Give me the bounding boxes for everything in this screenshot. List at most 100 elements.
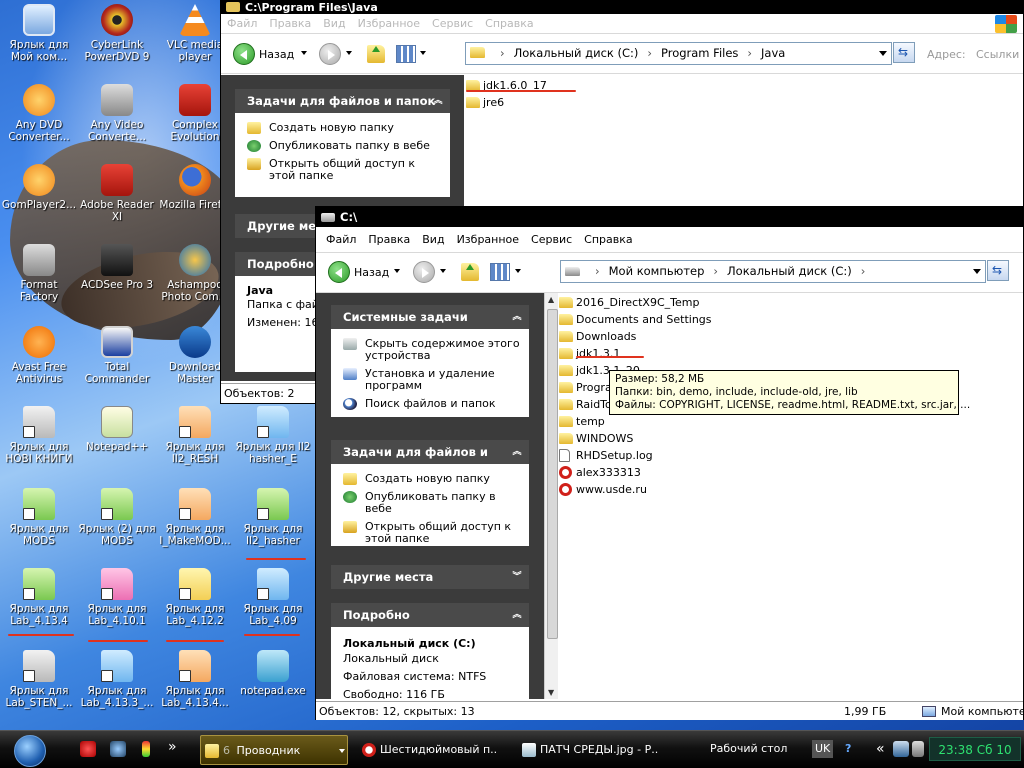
back-label[interactable]: Назад [354,266,389,279]
task-new-folder[interactable]: Создать новую папку [235,119,450,137]
desktop-icon[interactable]: Any Video Converte... [78,84,156,143]
desktop-icon[interactable]: Ярлык для Il2 hasher_E [234,406,312,465]
back-label[interactable]: Назад [259,48,294,61]
menu-help[interactable]: Справка [479,14,539,33]
file-tasks-header[interactable]: Задачи для файлов и папок ︽ [331,440,529,483]
forward-button[interactable] [413,261,435,283]
menu-tools[interactable]: Сервис [426,14,479,33]
menu-favorites[interactable]: Избранное [352,14,426,33]
desktop-icon[interactable]: GomPlayer2... [0,164,78,211]
menu-file[interactable]: Файл [320,230,362,250]
group-dropdown-icon[interactable] [339,749,345,756]
tray-chevron-icon[interactable]: « [876,737,885,761]
menu-favorites[interactable]: Избранное [451,230,525,250]
back-button[interactable] [233,43,255,65]
desktop-icon[interactable]: Ярлык для Lab_4.10.1 [78,568,156,627]
task-share[interactable]: Открыть общий доступ к этой папке [331,518,529,548]
menu-view[interactable]: Вид [317,14,351,33]
scroll-down-icon[interactable]: ▼ [548,688,554,697]
desktop-icon[interactable]: Ярлык (2) для MODS [78,488,156,547]
forward-button[interactable] [319,43,341,65]
breadcrumb-drive[interactable]: Локальный диск (C:) [514,46,639,60]
breadcrumb-java[interactable]: Java [761,46,785,60]
desktop-icon[interactable]: Ярлык для Lab_4.13.3_... [78,650,156,709]
task-image-viewer[interactable]: ПАТЧ СРЕДЫ.jpg - Р... [518,735,658,765]
scroll-up-icon[interactable]: ▲ [548,295,554,304]
desktop-icon[interactable]: Ярлык для Мой ком... [0,4,78,63]
file-row[interactable]: Documents and Settings [559,311,1023,328]
menu-help[interactable]: Справка [578,230,638,250]
collapse-icon[interactable]: ︽ [432,95,444,107]
file-row[interactable]: jdk1.3.1 [559,345,1023,362]
expand-icon[interactable]: ︾ [511,571,523,583]
network-icon[interactable] [893,741,909,757]
start-button[interactable] [14,735,46,767]
menu-edit[interactable]: Правка [263,14,317,33]
desktop-icon[interactable]: Ярлык для MODS [0,488,78,547]
snagit-icon[interactable] [80,741,96,757]
views-icon[interactable] [490,263,510,281]
file-row[interactable]: RHDSetup.log [559,447,1023,464]
file-row[interactable]: alex333313 [559,464,1023,481]
file-tasks-header[interactable]: Задачи для файлов и папок ︽ [235,89,450,113]
task-opera[interactable]: Шестидюймовый п... [358,735,498,765]
collapse-icon[interactable]: ︽ [511,446,523,458]
details-header[interactable]: Подробно ︽ [331,603,529,627]
file-row[interactable]: www.usde.ru [559,481,1023,498]
views-dropdown-icon[interactable] [420,51,426,58]
desktop-icon[interactable]: notepad.exe [234,650,312,697]
volume-icon[interactable] [912,741,924,757]
task-search[interactable]: Поиск файлов и папок [331,395,529,413]
desktop-icon[interactable]: CyberLink PowerDVD 9 [78,4,156,63]
views-icon[interactable] [396,45,416,63]
go-button[interactable] [893,42,915,63]
task-add-remove-programs[interactable]: Установка и удаление программ [331,365,529,395]
task-publish[interactable]: Опубликовать папку в вебе [331,488,529,518]
scroll-thumb[interactable] [547,309,558,639]
task-hide-contents[interactable]: Скрыть содержимое этого устройства [331,335,529,365]
desktop-icon[interactable]: Ярлык для I_MakeMOD... [156,488,234,547]
address-bar[interactable]: › Мой компьютер › Локальный диск (C:) › [560,260,986,283]
task-explorer[interactable]: 6 Проводник [200,735,348,765]
breadcrumb-program-files[interactable]: Program Files [661,46,738,60]
desktop-toolbar-label[interactable]: Рабочий стол [710,737,787,761]
desktop-icon[interactable]: Ярлык для НОВІ КНИГИ [0,406,78,465]
help-icon[interactable]: ? [845,737,851,761]
collapse-icon[interactable]: ︽ [511,311,523,323]
title-bar[interactable]: C:\ [316,207,1023,227]
back-dropdown-icon[interactable] [301,51,307,58]
desktop-icon[interactable]: Ярлык для Lab_4.13.4... [156,650,234,709]
language-indicator[interactable]: UK [812,740,834,758]
task-publish[interactable]: Опубликовать папку в вебе [235,137,450,155]
address-dropdown-icon[interactable] [969,261,985,280]
explorer-window-c[interactable]: C:\ Файл Правка Вид Избранное Сервис Справка … [315,206,1024,720]
folder-up-icon[interactable] [461,263,479,281]
desktop-icon[interactable]: ACDSee Pro 3 [78,244,156,291]
file-row[interactable]: 2016_DirectX9C_Temp [559,294,1023,311]
desktop-icon[interactable]: Ярлык для Il2_RESH [156,406,234,465]
file-row[interactable]: Downloads [559,328,1023,345]
desktop-icon[interactable]: Avast Free Antivirus [0,326,78,385]
desktop-icon[interactable]: Ярлык для Lab_4.13.4 [0,568,78,627]
collapse-icon[interactable]: ︽ [511,609,523,621]
media-icon[interactable] [110,741,126,757]
file-row[interactable]: jre6 [466,94,1022,111]
traffic-icon[interactable] [142,741,150,757]
menu-tools[interactable]: Сервис [525,230,578,250]
views-dropdown-icon[interactable] [515,269,521,276]
folder-up-icon[interactable] [367,45,385,63]
go-button[interactable] [987,260,1009,281]
desktop-icon[interactable]: Notepad++ [78,406,156,453]
clock[interactable]: 23:38 Сб 10 [929,737,1021,761]
breadcrumb-drive[interactable]: Локальный диск (C:) [727,264,852,278]
address-dropdown-icon[interactable] [875,43,891,62]
menu-view[interactable]: Вид [416,230,450,250]
address-bar[interactable]: › Локальный диск (C:) › Program Files › Java [465,42,892,65]
pane-scrollbar[interactable]: ▲ ▼ [544,293,558,699]
quicklaunch-chevron-icon[interactable]: » [168,735,177,759]
desktop-icon[interactable]: Ярлык для Lab_STEN_... [0,650,78,709]
other-places-header[interactable]: Другие места ︾ [331,565,529,589]
back-button[interactable] [328,261,350,283]
desktop-icon[interactable]: Any DVD Converter... [0,84,78,143]
desktop-icon[interactable]: Total Commander [78,326,156,385]
